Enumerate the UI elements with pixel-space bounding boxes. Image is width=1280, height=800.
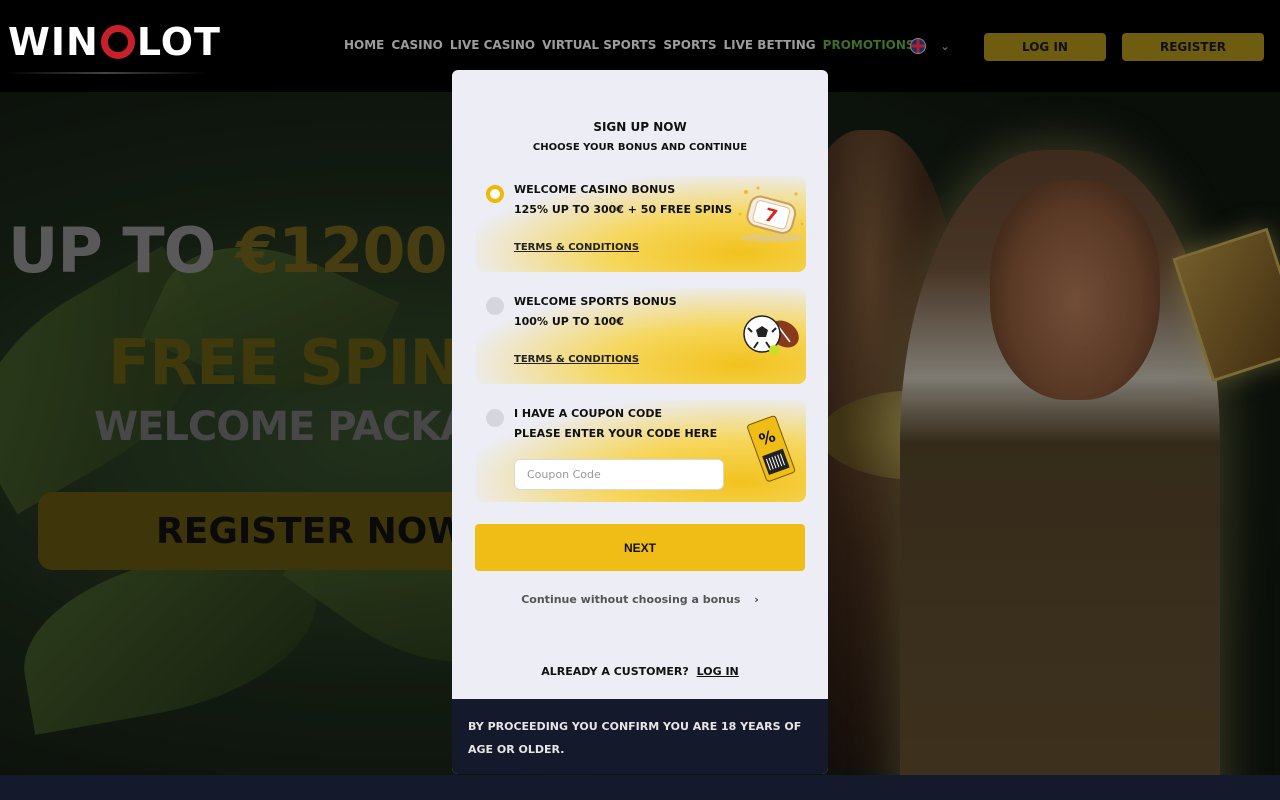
terms-link[interactable]: TERMS & CONDITIONS: [514, 354, 639, 365]
uk-flag-icon: [910, 38, 926, 54]
option-coupon-code[interactable]: I HAVE A COUPON CODE PLEASE ENTER YOUR C…: [476, 400, 806, 502]
age-confirmation-footer: BY PROCEEDING YOU CONFIRM YOU ARE 18 YEA…: [452, 699, 828, 774]
option-title: WELCOME SPORTS BONUS: [514, 295, 677, 308]
chevron-right-icon: ›: [754, 593, 759, 606]
header-login-button[interactable]: LOG IN: [984, 33, 1106, 61]
nav-home[interactable]: HOME: [344, 38, 384, 52]
header-register-button[interactable]: REGISTER: [1122, 33, 1264, 61]
next-button[interactable]: NEXT: [475, 524, 805, 571]
slot-machine-icon: 7: [738, 186, 804, 242]
language-selector[interactable]: ⌄: [910, 38, 950, 54]
chevron-down-icon: ⌄: [940, 39, 951, 53]
already-customer-label: ALREADY A CUSTOMER?: [541, 665, 689, 678]
sports-balls-icon: [743, 315, 799, 355]
signup-modal: SIGN UP NOW CHOOSE YOUR BONUS AND CONTIN…: [452, 70, 828, 774]
nav-live-betting[interactable]: LIVE BETTING: [724, 38, 816, 52]
nav-promotions[interactable]: PROMOTIONS: [823, 38, 915, 52]
option-description: 100% UP TO 100€: [514, 315, 624, 328]
option-title: WELCOME CASINO BONUS: [514, 183, 676, 196]
winolot-logo[interactable]: WIN LOT: [8, 20, 221, 64]
modal-subtitle: CHOOSE YOUR BONUS AND CONTINUE: [532, 142, 748, 153]
nav-live-casino[interactable]: LIVE CASINO: [450, 38, 535, 52]
continue-label: Continue without choosing a bonus: [521, 593, 741, 606]
coupon-ticket-icon: %: [747, 415, 796, 482]
coupon-code-input[interactable]: [514, 459, 724, 490]
radio-unselected[interactable]: [486, 409, 504, 427]
option-sports-bonus[interactable]: WELCOME SPORTS BONUS 100% UP TO 100€ TER…: [476, 288, 806, 384]
option-description: PLEASE ENTER YOUR CODE HERE: [514, 427, 718, 440]
nav-sports[interactable]: SPORTS: [663, 38, 716, 52]
main-nav: HOME CASINO LIVE CASINO VIRTUAL SPORTS S…: [344, 38, 915, 52]
option-casino-bonus[interactable]: WELCOME CASINO BONUS 125% UP TO 300€ + 5…: [476, 176, 806, 272]
radio-unselected[interactable]: [486, 297, 504, 315]
modal-title: SIGN UP NOW: [593, 120, 687, 134]
continue-without-bonus-link[interactable]: Continue without choosing a bonus ›: [452, 593, 828, 606]
logo-o-icon: [100, 25, 135, 59]
option-title: I HAVE A COUPON CODE: [514, 407, 662, 420]
nav-casino[interactable]: CASINO: [391, 38, 442, 52]
modal-login-link[interactable]: LOG IN: [697, 665, 739, 678]
option-description: 125% UP TO 300€ + 50 FREE SPINS: [514, 203, 732, 216]
radio-selected[interactable]: [486, 185, 504, 203]
bottom-bar: [0, 775, 1280, 800]
logo-underline: [4, 72, 208, 74]
nav-virtual-sports[interactable]: VIRTUAL SPORTS: [542, 38, 656, 52]
already-customer: ALREADY A CUSTOMER? LOG IN: [452, 665, 828, 678]
terms-link[interactable]: TERMS & CONDITIONS: [514, 242, 639, 253]
